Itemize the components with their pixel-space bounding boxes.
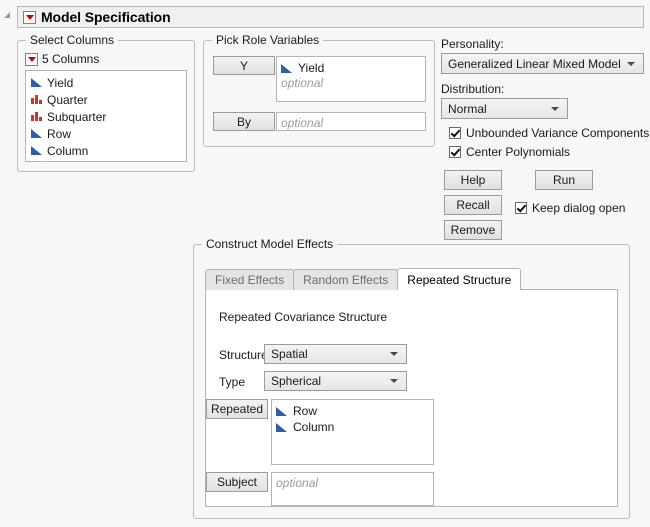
y-role-value: Yield: [298, 61, 324, 75]
structure-select[interactable]: Spatial: [264, 344, 407, 364]
chevron-down-icon: [390, 352, 398, 356]
column-label: Yield: [47, 76, 73, 90]
by-role-placeholder: optional: [281, 116, 323, 130]
repeated-button[interactable]: Repeated: [206, 399, 268, 419]
list-item[interactable]: Column: [276, 419, 429, 435]
distribution-value: Normal: [448, 102, 487, 116]
pick-role-variables-group-title: Pick Role Variables: [212, 33, 323, 47]
tab-random-effects[interactable]: Random Effects: [293, 269, 398, 290]
list-item[interactable]: Column: [29, 142, 186, 159]
list-item[interactable]: Yield: [29, 74, 186, 91]
columns-count-label: 5 Columns: [42, 52, 99, 66]
list-item[interactable]: Subquarter: [29, 108, 186, 125]
model-specification-window: Model Specification Select Columns 5 Col…: [0, 0, 650, 527]
checkbox-icon[interactable]: [449, 146, 461, 158]
y-role-box[interactable]: Yield optional: [276, 56, 426, 102]
by-role-button[interactable]: By: [213, 112, 275, 131]
continuous-icon: [276, 422, 287, 433]
center-polynomials-checkbox[interactable]: Center Polynomials: [444, 145, 570, 159]
chevron-down-icon: [627, 62, 635, 66]
unbounded-variance-components-label: Unbounded Variance Components: [466, 126, 649, 140]
column-label: Row: [47, 127, 71, 141]
repeated-item-label: Row: [293, 404, 317, 418]
checkbox-icon[interactable]: [449, 127, 461, 139]
subject-box[interactable]: optional: [271, 472, 434, 506]
unbounded-variance-components-checkbox[interactable]: Unbounded Variance Components: [444, 126, 649, 140]
nominal-icon: [31, 111, 42, 122]
construct-model-effects-group-title: Construct Model Effects: [202, 237, 337, 251]
type-select[interactable]: Spherical: [264, 371, 407, 391]
columns-disclosure-icon[interactable]: [25, 53, 38, 66]
outline-triangle-icon[interactable]: [4, 12, 10, 18]
continuous-icon: [281, 63, 292, 74]
structure-label: Structure: [219, 348, 268, 362]
page-title: Model Specification: [41, 9, 171, 25]
subject-button[interactable]: Subject: [206, 472, 268, 492]
list-item[interactable]: Yield: [281, 60, 421, 76]
y-role-placeholder: optional: [281, 76, 421, 90]
type-label: Type: [219, 375, 245, 389]
run-button[interactable]: Run: [535, 170, 593, 190]
chevron-down-icon: [390, 379, 398, 383]
repeated-covariance-structure-heading: Repeated Covariance Structure: [219, 310, 387, 324]
effects-tab-strip: Fixed Effects Random Effects Repeated St…: [205, 268, 618, 290]
center-polynomials-label: Center Polynomials: [466, 145, 570, 159]
chevron-down-icon: [551, 107, 559, 111]
help-button[interactable]: Help: [444, 170, 502, 190]
tab-fixed-effects[interactable]: Fixed Effects: [205, 269, 294, 290]
list-item[interactable]: Row: [276, 403, 429, 419]
repeated-item-label: Column: [293, 420, 334, 434]
red-disclosure-triangle-icon[interactable]: [23, 11, 36, 24]
checkbox-icon[interactable]: [515, 202, 527, 214]
list-item[interactable]: Row: [29, 125, 186, 142]
list-item[interactable]: Quarter: [29, 91, 186, 108]
window-title-bar: Model Specification: [17, 6, 644, 28]
column-list[interactable]: Yield Quarter Subquarter Row Column: [25, 70, 187, 162]
y-role-button[interactable]: Y: [213, 56, 275, 75]
keep-dialog-open-checkbox[interactable]: Keep dialog open: [510, 201, 625, 215]
select-columns-group-title: Select Columns: [26, 33, 118, 47]
continuous-icon: [31, 145, 42, 156]
nominal-icon: [31, 94, 42, 105]
structure-value: Spatial: [271, 347, 308, 361]
column-label: Column: [47, 144, 88, 158]
continuous-icon: [31, 77, 42, 88]
column-label: Subquarter: [47, 110, 106, 124]
tab-repeated-structure[interactable]: Repeated Structure: [397, 268, 521, 290]
by-role-box[interactable]: optional: [276, 112, 426, 131]
columns-count-header[interactable]: 5 Columns: [25, 52, 99, 66]
continuous-icon: [276, 406, 287, 417]
recall-button[interactable]: Recall: [444, 195, 502, 215]
keep-dialog-open-label: Keep dialog open: [532, 201, 625, 215]
type-value: Spherical: [271, 374, 321, 388]
distribution-label: Distribution:: [441, 82, 504, 96]
column-label: Quarter: [47, 93, 88, 107]
repeated-box[interactable]: Row Column: [271, 399, 434, 465]
subject-placeholder: optional: [276, 476, 318, 490]
distribution-select[interactable]: Normal: [441, 98, 568, 119]
personality-label: Personality:: [441, 37, 504, 51]
remove-button[interactable]: Remove: [444, 220, 502, 240]
personality-value: Generalized Linear Mixed Model: [448, 57, 621, 71]
continuous-icon: [31, 128, 42, 139]
personality-select[interactable]: Generalized Linear Mixed Model: [441, 53, 644, 74]
